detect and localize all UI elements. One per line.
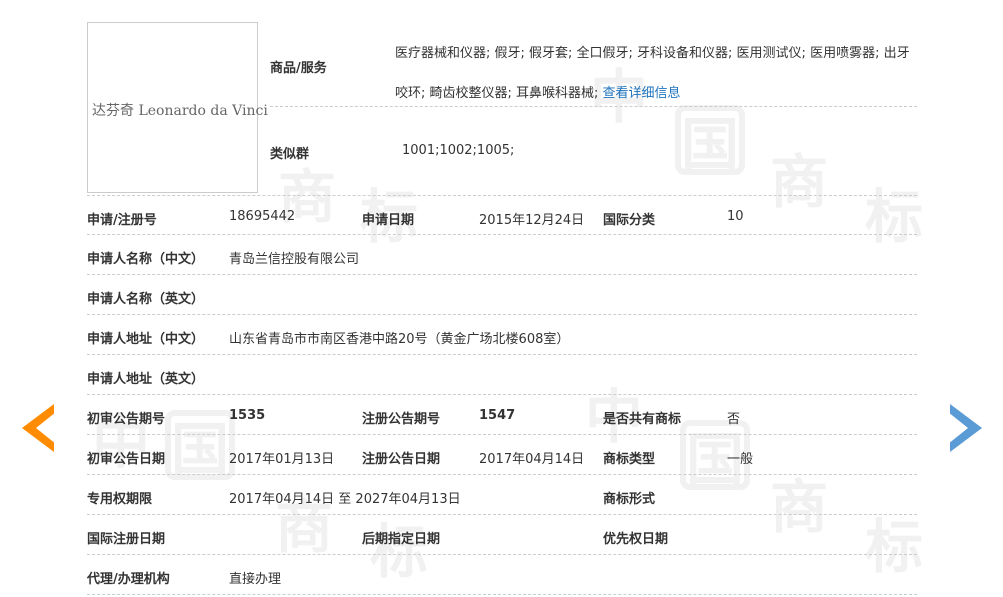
trademark-type-label: 商标类型 — [603, 452, 656, 467]
international-registration-date-label: 国际注册日期 — [87, 532, 166, 547]
detail-row: 申请人名称（中文） 青岛兰信控股有限公司 — [87, 235, 917, 275]
similar-group-label: 类似群 — [270, 147, 310, 162]
registration-announcement-date-label: 注册公告日期 — [362, 452, 441, 467]
detail-row: 代理/办理机构 直接办理 — [87, 555, 917, 595]
detail-row: 申请/注册号 18695442 申请日期 2015年12月24日 国际分类 10 — [87, 195, 917, 235]
view-details-link[interactable]: 查看详细信息 — [603, 86, 681, 101]
trademark-image: 达芬奇 Leonardo da Vinci — [87, 22, 268, 193]
subsequent-designation-date-label: 后期指定日期 — [362, 532, 441, 547]
trademark-logo-text: 达芬奇 Leonardo da Vinci — [92, 103, 268, 119]
registration-announcement-number-label: 注册公告期号 — [362, 412, 441, 427]
detail-row: 初审公告期号 1535 注册公告期号 1547 是否共有商标 否 — [87, 395, 917, 435]
prelim-announcement-date-label: 初审公告日期 — [87, 452, 166, 467]
exclusive-right-period-label: 专用权期限 — [87, 492, 153, 507]
international-class-value: 10 — [727, 209, 744, 224]
application-date-label: 申请日期 — [362, 213, 415, 228]
applicant-name-cn-label: 申请人名称（中文） — [87, 252, 205, 267]
next-arrow-icon[interactable] — [948, 404, 982, 452]
applicant-name-cn-value: 青岛兰信控股有限公司 — [229, 252, 360, 267]
watermark-glyph: 国 — [675, 105, 745, 179]
goods-services-label: 商品/服务 — [270, 61, 327, 76]
shared-trademark-value: 否 — [727, 412, 741, 427]
trademark-form-label: 商标形式 — [603, 492, 656, 507]
shared-trademark-label: 是否共有商标 — [603, 412, 682, 427]
prelim-announcement-number-label: 初审公告期号 — [87, 412, 166, 427]
applicant-name-en-label: 申请人名称（英文） — [87, 292, 205, 307]
applicant-address-cn-label: 申请人地址（中文） — [87, 332, 205, 347]
prelim-announcement-number-value: 1535 — [229, 408, 266, 423]
detail-row: 初审公告日期 2017年01月13日 注册公告日期 2017年04月14日 商标… — [87, 435, 917, 475]
detail-row: 申请人名称（英文） — [87, 275, 917, 315]
agency-label: 代理/办理机构 — [87, 572, 170, 587]
goods-services-value: 医疗器械和仪器; 假牙; 假牙套; 全口假牙; 牙科设备和仪器; 医用测试仪; … — [395, 34, 920, 114]
similar-group-value: 1001;1002;1005; — [402, 143, 515, 158]
application-number-value: 18695442 — [229, 209, 296, 224]
applicant-address-en-label: 申请人地址（英文） — [87, 372, 205, 387]
divider — [270, 106, 917, 107]
international-class-label: 国际分类 — [603, 213, 656, 228]
detail-row: 申请人地址（英文） — [87, 355, 917, 395]
detail-row: 专用权期限 2017年04月14日 至 2027年04月13日 商标形式 — [87, 475, 917, 515]
trademark-type-value: 一般 — [727, 452, 754, 467]
agency-value: 直接办理 — [229, 572, 282, 587]
prelim-announcement-date-value: 2017年01月13日 — [229, 452, 335, 467]
priority-date-label: 优先权日期 — [603, 532, 669, 547]
registration-announcement-date-value: 2017年04月14日 — [479, 452, 585, 467]
previous-arrow-icon[interactable] — [22, 404, 56, 452]
exclusive-right-period-value: 2017年04月14日 至 2027年04月13日 — [229, 492, 461, 507]
application-number-label: 申请/注册号 — [87, 213, 157, 228]
detail-row: 申请人地址（中文） 山东省青岛市市南区香港中路20号（黄金广场北楼608室） — [87, 315, 917, 355]
application-date-value: 2015年12月24日 — [479, 213, 585, 228]
detail-row: 国际注册日期 后期指定日期 优先权日期 — [87, 515, 917, 555]
registration-announcement-number-value: 1547 — [479, 408, 516, 423]
applicant-address-cn-value: 山东省青岛市市南区香港中路20号（黄金广场北楼608室） — [229, 332, 570, 347]
